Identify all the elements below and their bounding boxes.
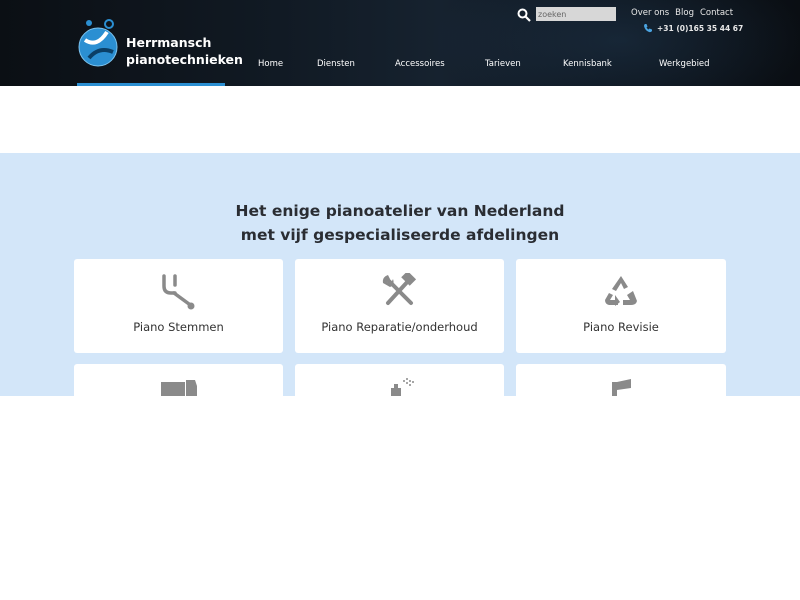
truck-icon [161,380,197,396]
flag-icon [612,379,631,396]
services-headline: Het enige pianoatelier van Nederland met… [0,199,800,247]
nav-item-diensten[interactable]: Diensten [317,59,355,69]
nav-item-home[interactable]: Home [258,59,283,69]
service-card-piano-stemmen[interactable]: Piano Stemmen [74,259,283,353]
phone-number: +31 (0)165 35 44 67 [657,23,744,33]
service-card-piano-revisie[interactable]: Piano Revisie [516,259,726,353]
nav-item-accessoires[interactable]: Accessoires [395,59,445,69]
nav-item-tarieven[interactable]: Tarieven [485,59,521,69]
brand-line-1: Herrmansch [126,35,212,50]
headline-line-2: met vijf gespecialiseerde afdelingen [240,226,560,244]
brand-name[interactable]: Herrmansch pianotechnieken [126,34,243,68]
toplink-blog[interactable]: Blog [675,8,694,18]
service-card-6[interactable] [516,364,726,396]
top-links: Over ons Blog Contact [631,8,733,18]
service-card-piano-reparatie[interactable]: Piano Reparatie/onderhoud [295,259,504,353]
nav-item-kennisbank[interactable]: Kennisbank [563,59,612,69]
toplink-over-ons[interactable]: Over ons [631,8,669,18]
toplink-contact[interactable]: Contact [700,8,733,18]
recycle-icon [605,276,637,306]
phone-icon [644,24,652,33]
tuning-fork-icon [162,274,195,310]
headline-line-1: Het enige pianoatelier van Nederland [235,202,565,220]
service-card-label: Piano Stemmen [133,320,224,334]
site-header: Herrmansch pianotechnieken Over ons Blog… [0,0,800,86]
search-icon[interactable] [517,8,531,22]
phone-contact[interactable]: +31 (0)165 35 44 67 [643,23,743,33]
service-card-label: Piano Revisie [583,320,659,334]
active-indicator-bar [77,83,225,86]
service-card-label: Piano Reparatie/onderhoud [321,320,478,334]
spray-icon [391,378,414,396]
brand-line-2: pianotechnieken [126,52,243,67]
service-card-5[interactable] [295,364,504,396]
logo-icon[interactable] [77,18,119,68]
nav-item-werkgebied[interactable]: Werkgebied [659,59,710,69]
hammer-wrench-icon [382,273,417,305]
search-input[interactable] [536,7,616,21]
service-card-4[interactable] [74,364,283,396]
